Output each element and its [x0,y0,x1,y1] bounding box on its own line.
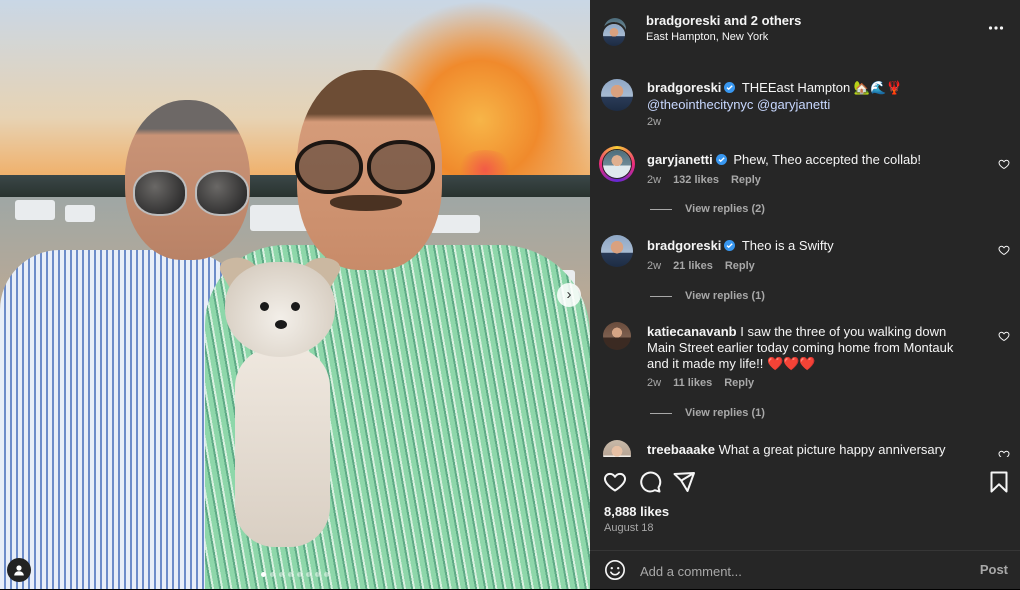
carousel-dot [306,572,311,577]
post-date[interactable]: August 18 [604,522,654,534]
carousel-next-button[interactable]: › [557,283,581,307]
comment-avatar[interactable] [603,440,631,457]
comment-username[interactable]: bradgoreski [647,238,721,253]
reply-button[interactable]: Reply [731,174,761,186]
comment-avatar[interactable] [602,149,632,179]
comments-list[interactable]: bradgoreski THEEast Hampton 🏡🌊🦞 @theoint… [590,60,1020,457]
instagram-post-dialog: › bradgoreski and 2 others East Hampton,… [0,0,1020,589]
comment-likes[interactable]: 11 likes [673,377,712,389]
carousel-dot [279,572,284,577]
comment-username[interactable]: treebaaake [647,442,715,457]
collab-others[interactable]: and 2 others [720,13,801,28]
post-header: bradgoreski and 2 others East Hampton, N… [590,0,1020,60]
comment-likes[interactable]: 132 likes [673,174,719,186]
caption-time[interactable]: 2w [647,116,661,128]
comment-bubble-icon[interactable] [638,470,662,494]
caption-username[interactable]: bradgoreski [647,80,721,95]
like-comment-heart-icon[interactable] [998,449,1010,457]
comment-time[interactable]: 2w [647,260,661,272]
view-replies-button[interactable]: View replies (1) [650,407,765,419]
save-bookmark-icon[interactable] [987,470,1011,494]
comment-likes[interactable]: 21 likes [673,260,713,272]
action-bar [590,462,1020,499]
carousel-dot [270,572,275,577]
comment-time[interactable]: 2w [647,174,661,186]
verified-badge-icon [724,82,736,93]
tagged-users-button[interactable] [7,558,31,582]
eyeglasses [295,140,435,194]
likes-count[interactable]: 8,888 likes [604,504,669,519]
comment-username[interactable]: katiecanavanb [647,324,737,339]
comment-text: What a great picture happy anniversary [718,442,946,457]
author-username[interactable]: bradgoreski [646,13,720,28]
emoji-icon[interactable] [604,559,626,581]
like-comment-heart-icon[interactable] [998,330,1010,342]
location[interactable]: East Hampton, New York [646,29,801,45]
comment-emojis: ❤️❤️❤️ [766,357,816,372]
caption-emojis: 🏡🌊🦞 [853,81,903,96]
header-text: bradgoreski and 2 others East Hampton, N… [646,13,801,45]
like-comment-heart-icon[interactable] [998,244,1010,256]
post-comment-button[interactable]: Post [980,562,1008,577]
carousel-dot [288,572,293,577]
view-replies-button[interactable]: View replies (2) [650,203,765,215]
comment-avatar[interactable] [603,322,631,350]
mustache [330,195,402,211]
add-comment-bar: Post [590,550,1020,590]
dog-head [225,262,335,357]
share-paper-plane-icon[interactable] [672,470,696,494]
author-avatar[interactable] [601,22,627,48]
verified-badge-icon [724,240,736,251]
verified-badge-icon [715,154,727,165]
carousel-dot [324,572,329,577]
view-replies-button[interactable]: View replies (1) [650,290,765,302]
comment-time[interactable]: 2w [647,377,661,389]
comment-text: Theo is a Swifty [741,238,834,253]
comment-username[interactable]: garyjanetti [647,152,713,167]
comment-text: Phew, Theo accepted the collab! [733,152,922,167]
caption-text: THEEast Hampton [741,80,851,95]
dog-body [235,347,330,547]
carousel-dots [0,572,590,577]
more-options-icon[interactable] [988,20,1004,36]
carousel-dot [297,572,302,577]
reply-button[interactable]: Reply [724,377,754,389]
caption-mentions[interactable]: @theointhecitynyc @garyjanetti [647,97,830,112]
post-image[interactable]: › [0,0,590,589]
carousel-dot [315,572,320,577]
like-comment-heart-icon[interactable] [998,158,1010,170]
carousel-dot [261,572,266,577]
like-heart-icon[interactable] [603,470,627,494]
comment-avatar[interactable] [601,235,633,267]
caption-avatar[interactable] [601,79,633,111]
dog [215,248,345,562]
post-side-panel: bradgoreski and 2 others East Hampton, N… [590,0,1020,589]
comment-input[interactable] [638,560,962,582]
reply-button[interactable]: Reply [725,260,755,272]
